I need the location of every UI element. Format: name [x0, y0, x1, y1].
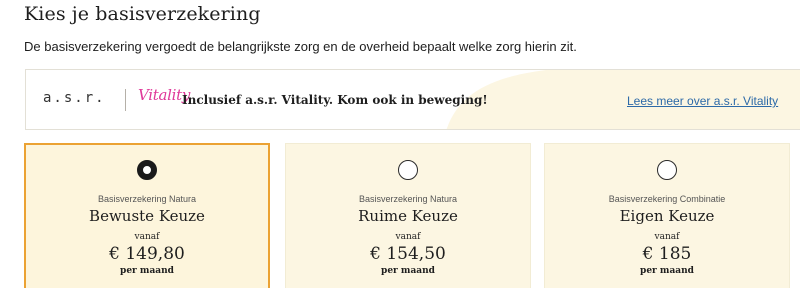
read-more-vitality-link[interactable]: Lees meer over a.s.r. Vitality [627, 94, 778, 108]
card-period: per maand [381, 266, 435, 276]
intro-text: De basisverzekering vergoedt de belangri… [24, 39, 577, 54]
card-title: Ruime Keuze [358, 207, 458, 225]
asr-logo: a.s.r. [43, 90, 106, 106]
card-label: Basisverzekering Combinatie [608, 194, 726, 204]
card-from-label: vanaf [134, 232, 160, 242]
radio-button-selected[interactable] [137, 160, 157, 180]
logo-divider [125, 89, 126, 111]
insurance-card-ruime-keuze[interactable]: Basisverzekering Natura Ruime Keuze vana… [285, 143, 531, 288]
card-price: € 149,80 [109, 244, 185, 264]
promo-text: Inclusief a.s.r. Vitality. Kom ook in be… [182, 93, 488, 107]
vitality-promo-banner: a.s.r. Vitality Inclusief a.s.r. Vitalit… [25, 69, 800, 130]
radio-button[interactable] [657, 160, 677, 180]
card-label: Basisverzekering Natura [97, 194, 197, 204]
page-title: Kies je basisverzekering [24, 3, 261, 25]
card-title: Bewuste Keuze [89, 207, 205, 225]
card-price: € 185 [642, 244, 692, 264]
insurance-card-eigen-keuze[interactable]: Basisverzekering Combinatie Eigen Keuze … [544, 143, 790, 288]
insurance-card-bewuste-keuze[interactable]: Basisverzekering Natura Bewuste Keuze va… [24, 143, 270, 288]
radio-button[interactable] [398, 160, 418, 180]
card-period: per maand [640, 266, 694, 276]
card-from-label: vanaf [654, 232, 680, 242]
card-title: Eigen Keuze [619, 207, 715, 225]
card-from-label: vanaf [395, 232, 421, 242]
card-label: Basisverzekering Natura [358, 194, 458, 204]
card-period: per maand [120, 266, 174, 276]
card-price: € 154,50 [370, 244, 446, 264]
